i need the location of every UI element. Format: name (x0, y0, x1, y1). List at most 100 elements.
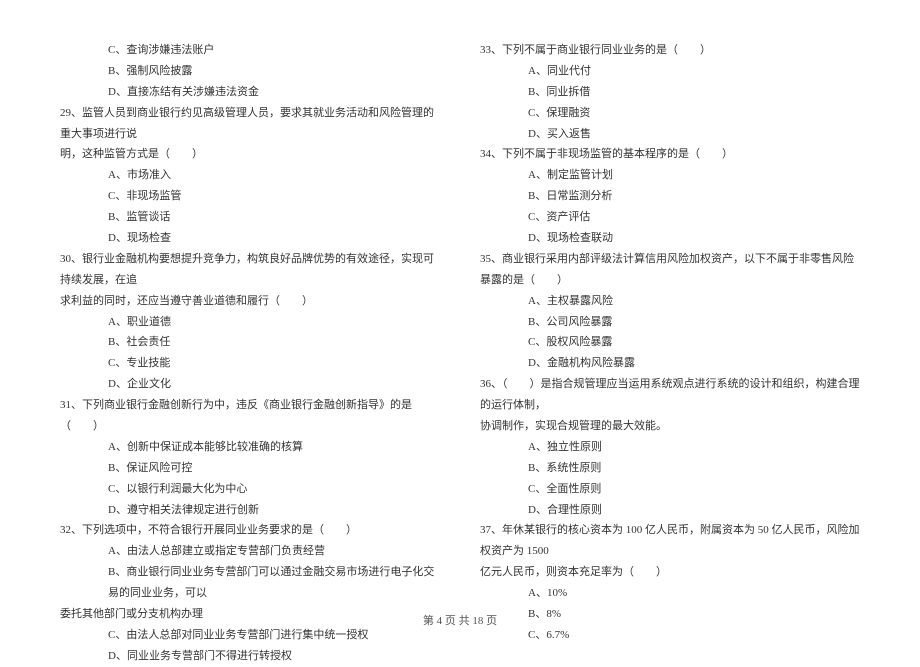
q33-option-c: C、保理融资 (480, 103, 860, 124)
option-label: B、 (108, 211, 126, 223)
option-text: 市场准入 (127, 169, 171, 181)
option-label: C、 (108, 190, 126, 202)
option-text: 强制风险披露 (126, 65, 192, 77)
option-label: D、 (108, 232, 127, 244)
q34-line1: 34、下列不属于非现场监管的基本程序的是（ ） (480, 144, 860, 165)
q36-option-a: A、独立性原则 (480, 437, 860, 458)
option-text: 独立性原则 (547, 441, 602, 453)
q31-option-c: C、以银行利润最大化为中心 (60, 479, 440, 500)
question-number: 36、 (480, 378, 502, 390)
option-label: A、 (528, 441, 547, 453)
q32-option-b: B、商业银行同业业务专营部门可以通过金融交易市场进行电子化交易的同业业务，可以 (60, 562, 440, 604)
option-text: 创新中保证成本能够比较准确的核算 (127, 441, 303, 453)
q31-line1: 31、下列商业银行金融创新行为中，违反《商业银行金融创新指导》的是（ ） (60, 395, 440, 437)
q32-option-d: D、同业业务专营部门不得进行转授权 (60, 646, 440, 667)
option-text: 职业道德 (127, 316, 171, 328)
question-text: 下列商业银行金融创新行为中，违反《商业银行金融创新指导》的是（ ） (60, 399, 412, 432)
option-text: 制定监管计划 (547, 169, 613, 181)
q30-option-b: B、社会责任 (60, 332, 440, 353)
question-text: 下列不属于商业银行同业业务的是（ ） (502, 44, 711, 56)
question-text: 明，这种监管方式是（ ） (60, 148, 203, 160)
option-text: 遵守相关法律规定进行创新 (127, 504, 259, 516)
question-text: 银行业金融机构要想提升竞争力，构筑良好品牌优势的有效途径，实现可持续发展，在追 (60, 253, 434, 286)
q35-option-b: B、公司风险暴露 (480, 312, 860, 333)
q33-option-d: D、买入返售 (480, 124, 860, 145)
option-label: B、 (528, 190, 546, 202)
option-text: 商业银行同业业务专营部门可以通过金融交易市场进行电子化交易的同业业务，可以 (108, 566, 434, 599)
q30-option-d: D、企业文化 (60, 374, 440, 395)
q31-option-d: D、遵守相关法律规定进行创新 (60, 500, 440, 521)
question-number: 31、 (60, 399, 82, 411)
q30-line2: 求利益的同时，还应当遵守善业道德和履行（ ） (60, 291, 440, 312)
option-label: B、 (528, 316, 546, 328)
q28-option-c: C、查询涉嫌违法账户 (60, 40, 440, 61)
question-text: 协调制作，实现合规管理的最大效能。 (480, 420, 667, 432)
option-text: 金融机构风险暴露 (547, 357, 635, 369)
question-text: 亿元人民币，则资本充足率为（ ） (480, 566, 667, 578)
q32-line1: 32、下列选项中，不符合银行开展同业业务要求的是（ ） (60, 520, 440, 541)
option-text: 保证风险可控 (126, 462, 192, 474)
q29-option-b: B、监管谈话 (60, 207, 440, 228)
option-label: D、 (108, 650, 127, 662)
option-text: 买入返售 (547, 128, 591, 140)
option-label: C、 (528, 107, 546, 119)
option-text: 保理融资 (546, 107, 590, 119)
q32-option-a: A、由法人总部建立或指定专营部门负责经营 (60, 541, 440, 562)
q35-option-d: D、金融机构风险暴露 (480, 353, 860, 374)
option-text: 企业文化 (127, 378, 171, 390)
option-text: 直接冻结有关涉嫌违法资金 (127, 86, 259, 98)
option-label: C、 (108, 357, 126, 369)
option-label: B、 (528, 462, 546, 474)
option-text: 10% (547, 587, 567, 599)
option-text: 专业技能 (126, 357, 170, 369)
option-text: 以银行利润最大化为中心 (126, 483, 247, 495)
option-label: D、 (528, 357, 547, 369)
question-text: （ ）是指合规管理应当运用系统观点进行系统的设计和组织，构建合理的运行体制， (480, 378, 860, 411)
q37-line1: 37、年休某银行的核心资本为 100 亿人民币，附属资本为 50 亿人民币，风险… (480, 520, 860, 562)
option-text: 合理性原则 (547, 504, 602, 516)
q29-option-d: D、现场检查 (60, 228, 440, 249)
option-label: A、 (528, 65, 547, 77)
option-label: B、 (108, 336, 126, 348)
option-text: 日常监测分析 (546, 190, 612, 202)
q30-line1: 30、银行业金融机构要想提升竞争力，构筑良好品牌优势的有效途径，实现可持续发展，… (60, 249, 440, 291)
option-text: 现场检查 (127, 232, 171, 244)
q35-line1: 35、商业银行采用内部评级法计算信用风险加权资产，以下不属于非零售风险暴露的是（… (480, 249, 860, 291)
q31-option-a: A、创新中保证成本能够比较准确的核算 (60, 437, 440, 458)
option-label: C、 (528, 336, 546, 348)
option-text: 资产评估 (546, 211, 590, 223)
q33-option-b: B、同业拆借 (480, 82, 860, 103)
option-text: 社会责任 (126, 336, 170, 348)
q33-line1: 33、下列不属于商业银行同业业务的是（ ） (480, 40, 860, 61)
q35-option-a: A、主权暴露风险 (480, 291, 860, 312)
option-label: C、 (108, 44, 126, 56)
option-text: 非现场监管 (126, 190, 181, 202)
option-text: 同业代付 (547, 65, 591, 77)
option-label: A、 (528, 295, 547, 307)
q34-option-c: C、资产评估 (480, 207, 860, 228)
q31-option-b: B、保证风险可控 (60, 458, 440, 479)
option-label: D、 (108, 378, 127, 390)
option-text: 由法人总部建立或指定专营部门负责经营 (127, 545, 325, 557)
option-text: 公司风险暴露 (546, 316, 612, 328)
q29-option-a: A、市场准入 (60, 165, 440, 186)
question-text: 下列选项中，不符合银行开展同业业务要求的是（ ） (82, 524, 357, 536)
question-number: 30、 (60, 253, 82, 265)
question-text: 监管人员到商业银行约见高级管理人员，要求其就业务活动和风险管理的重大事项进行说 (60, 107, 434, 140)
option-text: 股权风险暴露 (546, 336, 612, 348)
q36-option-c: C、全面性原则 (480, 479, 860, 500)
question-number: 32、 (60, 524, 82, 536)
q36-option-b: B、系统性原则 (480, 458, 860, 479)
q37-line2: 亿元人民币，则资本充足率为（ ） (480, 562, 860, 583)
option-label: D、 (528, 504, 547, 516)
question-number: 37、 (480, 524, 502, 536)
question-number: 33、 (480, 44, 502, 56)
option-label: A、 (528, 587, 547, 599)
q36-line1: 36、（ ）是指合规管理应当运用系统观点进行系统的设计和组织，构建合理的运行体制… (480, 374, 860, 416)
option-label: D、 (108, 86, 127, 98)
option-text: 现场检查联动 (547, 232, 613, 244)
option-label: D、 (528, 128, 547, 140)
option-text: 监管谈话 (126, 211, 170, 223)
question-text: 求利益的同时，还应当遵守善业道德和履行（ ） (60, 295, 313, 307)
q30-option-a: A、职业道德 (60, 312, 440, 333)
